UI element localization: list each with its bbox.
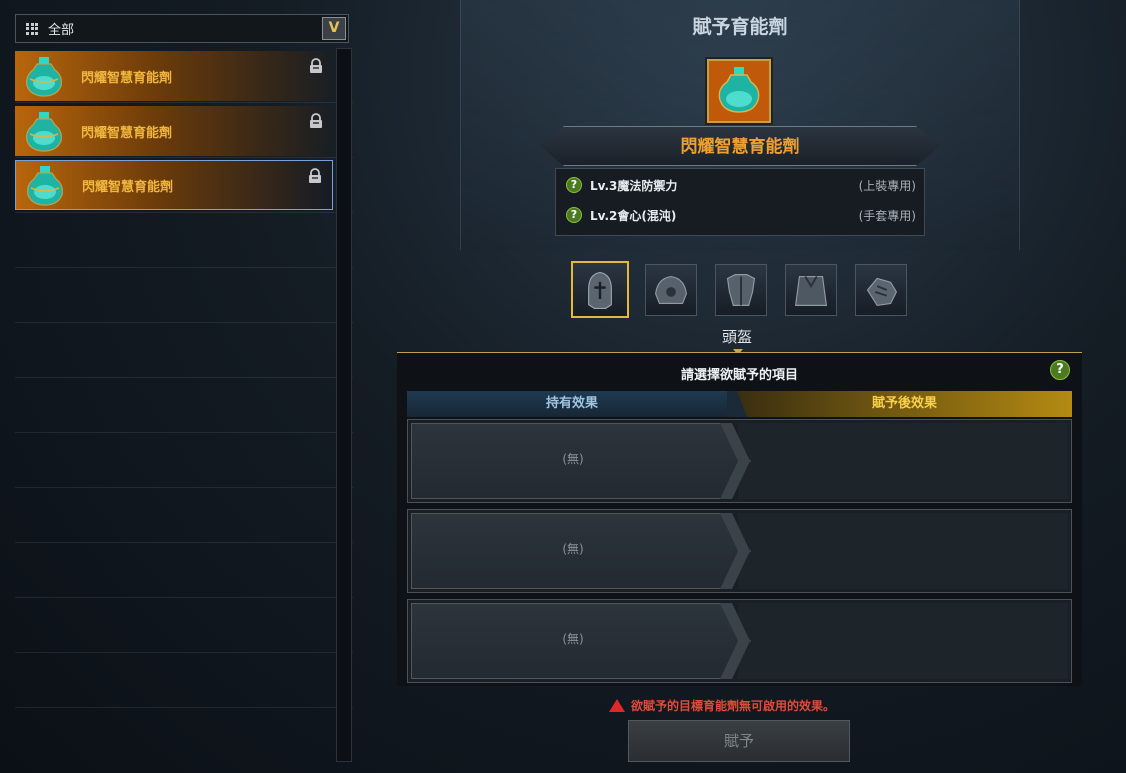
cloak-slot[interactable] — [785, 264, 837, 316]
after-effect-cell — [738, 603, 1068, 679]
gauntlet-slot[interactable] — [855, 264, 907, 316]
after-effect-cell — [738, 423, 1068, 499]
item-name: 閃耀智慧育能劑 — [81, 125, 173, 141]
armor-icon — [726, 274, 756, 306]
teal-potion-icon — [718, 67, 760, 113]
tab-after-effects: 賦予後效果 — [737, 391, 1072, 417]
empty-effect-text: (無) — [562, 452, 584, 466]
panel-title: 賦予育能劑 — [692, 16, 788, 38]
gauntlet-icon — [866, 277, 898, 307]
detail-heading: 請選擇欲賦予的項目 — [680, 368, 798, 383]
effect-text: Lv.3魔法防禦力 — [590, 178, 678, 193]
effect-row: ? Lv.2會心(混沌) (手套專用) — [566, 203, 916, 227]
effect-option-row[interactable]: (無) — [407, 509, 1072, 593]
question-icon[interactable]: ? — [566, 177, 582, 193]
selected-item-slot — [707, 59, 771, 123]
category-filter[interactable]: 全部 V — [15, 14, 349, 43]
lock-icon — [310, 58, 322, 73]
warning-message: 欲賦予的目標育能劑無可啟用的效果。 — [609, 696, 835, 714]
help-icon[interactable]: ? — [1050, 360, 1070, 380]
after-effect-cell — [738, 513, 1068, 589]
effect-option-row[interactable]: (無) — [407, 599, 1072, 683]
item-name-banner: 閃耀智慧育能劑 — [540, 126, 940, 166]
item-name: 閃耀智慧育能劑 — [81, 70, 173, 86]
inventory-item-selected[interactable]: 閃耀智慧育能劑 — [15, 160, 333, 210]
grid-menu-icon — [26, 22, 38, 35]
shoulder-icon — [655, 275, 687, 305]
lock-icon — [309, 168, 321, 183]
tab-current-effects: 持有效果 — [407, 391, 737, 417]
cloak-icon — [794, 275, 828, 306]
helmet-slot[interactable] — [571, 261, 629, 318]
shoulder-slot[interactable] — [645, 264, 697, 316]
filter-label: 全部 — [48, 23, 75, 38]
inventory-item[interactable]: 閃耀智慧育能劑 — [15, 51, 333, 101]
effect-row: ? Lv.3魔法防禦力 (上裝專用) — [566, 173, 916, 197]
effect-restriction: (上裝專用) — [858, 178, 916, 193]
question-icon[interactable]: ? — [566, 207, 582, 223]
helmet-icon — [588, 271, 612, 309]
effect-restriction: (手套專用) — [858, 208, 916, 223]
empty-effect-text: (無) — [562, 542, 584, 556]
teal-potion-icon — [26, 57, 62, 97]
effect-option-row[interactable]: (無) — [407, 419, 1072, 503]
enchant-button[interactable]: 賦予 — [628, 720, 850, 762]
armor-slot[interactable] — [715, 264, 767, 316]
item-name: 閃耀智慧育能劑 — [82, 179, 174, 195]
active-slot-label: 頭盔 — [721, 328, 752, 346]
teal-potion-icon — [26, 112, 62, 152]
lock-icon — [310, 113, 322, 128]
empty-effect-text: (無) — [562, 632, 584, 646]
inventory-item[interactable]: 閃耀智慧育能劑 — [15, 106, 333, 156]
effects-box: ? Lv.3魔法防禦力 (上裝專用) ? Lv.2會心(混沌) (手套專用) — [555, 168, 925, 236]
teal-potion-icon — [27, 166, 63, 206]
effect-text: Lv.2會心(混沌) — [590, 208, 677, 223]
chevron-down-icon[interactable]: V — [322, 17, 346, 40]
warning-icon — [609, 698, 625, 712]
warning-text: 欲賦予的目標育能劑無可啟用的效果。 — [631, 698, 836, 713]
list-scrollbar[interactable] — [336, 48, 352, 762]
enchant-detail-panel: 請選擇欲賦予的項目 ? 持有效果 賦予後效果 (無) (無) (無) — [397, 352, 1082, 686]
